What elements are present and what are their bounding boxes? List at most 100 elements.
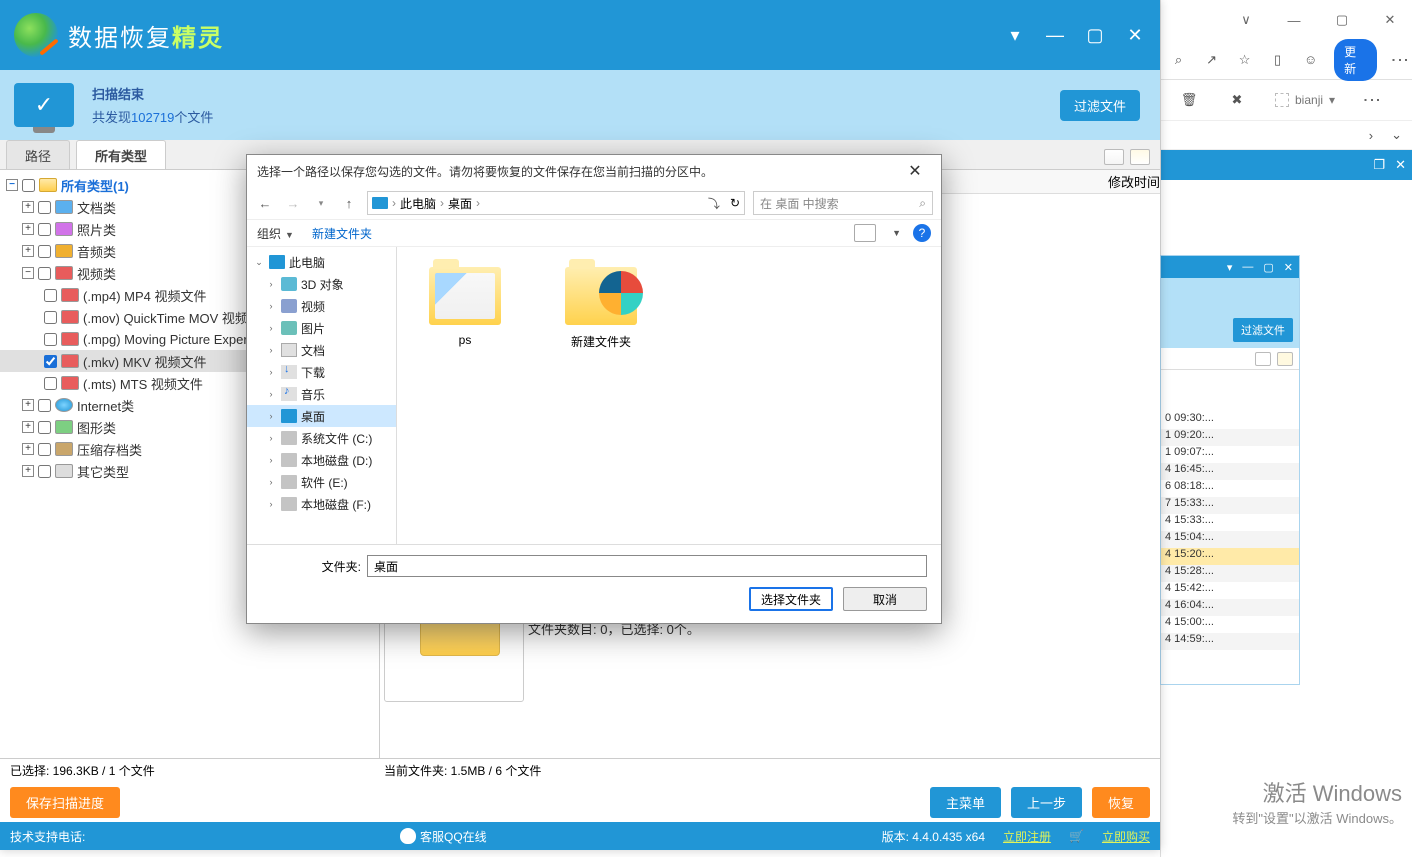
- save-progress-button[interactable]: 保存扫描进度: [10, 787, 120, 818]
- sec-row[interactable]: 4 15:04:...: [1161, 531, 1299, 548]
- qq-support[interactable]: 客服QQ在线: [400, 828, 487, 845]
- tnode-video[interactable]: ›视频: [247, 295, 396, 317]
- refresh-icon[interactable]: ↻: [730, 196, 740, 210]
- bianji-control[interactable]: bianji ▾: [1275, 93, 1335, 107]
- tnode-localf[interactable]: ›本地磁盘 (F:): [247, 493, 396, 515]
- tab-path[interactable]: 路径: [6, 140, 70, 169]
- tab-all-types[interactable]: 所有类型: [76, 140, 166, 169]
- sec-row[interactable]: 4 15:28:...: [1161, 565, 1299, 582]
- checkbox[interactable]: [38, 399, 51, 412]
- register-link[interactable]: 立即注册: [1003, 828, 1051, 845]
- sec-close-icon[interactable]: ✕: [1284, 261, 1293, 274]
- search-icon[interactable]: ⌕: [919, 196, 926, 211]
- checkbox[interactable]: [44, 377, 57, 390]
- filter-files-button[interactable]: 过滤文件: [1060, 90, 1140, 121]
- tnode-softe[interactable]: ›软件 (E:): [247, 471, 396, 493]
- new-folder-button[interactable]: 新建文件夹: [312, 225, 372, 242]
- sec-minimize-icon[interactable]: —: [1242, 261, 1253, 273]
- view-mode-selector[interactable]: [854, 224, 876, 242]
- select-folder-button[interactable]: 选择文件夹: [749, 587, 833, 611]
- nav-up-icon[interactable]: ↑: [339, 193, 359, 213]
- nav-back-icon[interactable]: ←: [255, 193, 275, 213]
- crumb-pc[interactable]: 此电脑: [400, 195, 436, 212]
- app-minimize-icon[interactable]: —: [1044, 24, 1066, 46]
- checkbox[interactable]: [44, 289, 57, 302]
- cancel-icon[interactable]: ✖: [1227, 90, 1247, 110]
- checkbox[interactable]: [38, 245, 51, 258]
- breadcrumb[interactable]: › 此电脑 › 桌面 › ⤵ ↻: [367, 191, 745, 215]
- organize-menu[interactable]: 组织▼: [257, 225, 294, 242]
- kebab-menu-icon[interactable]: ⋮: [1395, 51, 1404, 69]
- search-icon[interactable]: ⌕: [1169, 50, 1188, 70]
- trash-icon[interactable]: 🗑: [1179, 90, 1199, 110]
- nav-recent-icon[interactable]: ▾: [311, 193, 331, 213]
- folder-name-input[interactable]: [367, 555, 927, 577]
- sec-filter-button[interactable]: 过滤文件: [1233, 318, 1293, 342]
- app-maximize-icon[interactable]: ▢: [1084, 24, 1106, 46]
- tnode-3d[interactable]: ›3D 对象: [247, 273, 396, 295]
- checkbox[interactable]: [44, 311, 57, 324]
- sec-row[interactable]: 6 08:18:...: [1161, 480, 1299, 497]
- main-menu-button[interactable]: 主菜单: [930, 787, 1001, 818]
- checkbox[interactable]: [38, 267, 51, 280]
- bg-dropdown-icon[interactable]: ∨: [1232, 10, 1260, 30]
- help-icon[interactable]: ?: [913, 224, 931, 242]
- app-dropdown-icon[interactable]: ▾: [1004, 24, 1026, 46]
- dialog-tree[interactable]: ⌄此电脑 ›3D 对象 ›视频 ›图片 ›文档 ›下载 ›音乐 ›桌面 ›系统文…: [247, 247, 397, 544]
- bg-close-icon[interactable]: ✕: [1376, 10, 1404, 30]
- view-mode-drop-icon[interactable]: ▼: [892, 228, 901, 238]
- crumb-desk[interactable]: 桌面: [448, 195, 472, 212]
- crumb-dropdown-icon[interactable]: ⤵: [708, 195, 720, 212]
- kebab-menu-icon-2[interactable]: ⋮: [1367, 91, 1376, 109]
- buy-link[interactable]: 立即购买: [1102, 828, 1150, 845]
- prev-step-button[interactable]: 上一步: [1011, 787, 1082, 818]
- folder-item-newfolder[interactable]: 新建文件夹: [553, 267, 649, 350]
- sec-row[interactable]: 4 14:59:...: [1161, 633, 1299, 650]
- sec-row[interactable]: 1 09:20:...: [1161, 429, 1299, 446]
- list-view-icon[interactable]: [1130, 149, 1150, 165]
- sec-dropdown-icon[interactable]: ▾: [1227, 261, 1233, 274]
- sec-row[interactable]: 4 15:42:...: [1161, 582, 1299, 599]
- sec-row[interactable]: 0 09:30:...: [1161, 412, 1299, 429]
- bg-maximize-icon[interactable]: ▢: [1328, 10, 1356, 30]
- sec-row[interactable]: 4 16:45:...: [1161, 463, 1299, 480]
- bg-restore-icon[interactable]: ❐: [1373, 157, 1385, 173]
- tnode-locald[interactable]: ›本地磁盘 (D:): [247, 449, 396, 471]
- checkbox[interactable]: [38, 465, 51, 478]
- checkbox[interactable]: [44, 355, 57, 368]
- profile-icon[interactable]: ☺: [1301, 50, 1320, 70]
- tnode-sysc[interactable]: ›系统文件 (C:): [247, 427, 396, 449]
- sec-row[interactable]: 4 15:33:...: [1161, 514, 1299, 531]
- sec-row[interactable]: 4 15:00:...: [1161, 616, 1299, 633]
- tnode-music[interactable]: ›音乐: [247, 383, 396, 405]
- star-icon[interactable]: ☆: [1235, 50, 1254, 70]
- browser-update-button[interactable]: 更新: [1334, 39, 1377, 81]
- cancel-button[interactable]: 取消: [843, 587, 927, 611]
- checkbox[interactable]: [38, 223, 51, 236]
- caret-right-icon[interactable]: ›: [1369, 128, 1373, 143]
- app-close-icon[interactable]: ✕: [1124, 24, 1146, 46]
- col-mtime[interactable]: 修改时间: [1108, 172, 1160, 191]
- sec-grid-view-icon[interactable]: [1255, 352, 1271, 366]
- caret-down-icon[interactable]: ⌄: [1391, 127, 1402, 143]
- tnode-pic[interactable]: ›图片: [247, 317, 396, 339]
- bg-minimize-icon[interactable]: —: [1280, 10, 1308, 30]
- checkbox[interactable]: [22, 179, 35, 192]
- tnode-dl[interactable]: ›下载: [247, 361, 396, 383]
- dialog-close-button[interactable]: ✕: [899, 159, 931, 183]
- sec-list-view-icon[interactable]: [1277, 352, 1293, 366]
- sec-row[interactable]: 1 09:07:...: [1161, 446, 1299, 463]
- sec-maximize-icon[interactable]: ▢: [1263, 261, 1273, 274]
- sec-row-selected[interactable]: 4 15:20:...: [1161, 548, 1299, 565]
- checkbox[interactable]: [44, 333, 57, 346]
- grid-view-icon[interactable]: [1104, 149, 1124, 165]
- checkbox[interactable]: [38, 421, 51, 434]
- bg-close2-icon[interactable]: ✕: [1395, 157, 1406, 173]
- checkbox[interactable]: [38, 201, 51, 214]
- reading-list-icon[interactable]: ▯: [1268, 50, 1287, 70]
- nav-forward-icon[interactable]: →: [283, 193, 303, 213]
- folder-item-ps[interactable]: ps: [417, 267, 513, 347]
- sec-row[interactable]: 4 16:04:...: [1161, 599, 1299, 616]
- recover-button[interactable]: 恢复: [1092, 787, 1150, 818]
- share-icon[interactable]: ↗: [1202, 50, 1221, 70]
